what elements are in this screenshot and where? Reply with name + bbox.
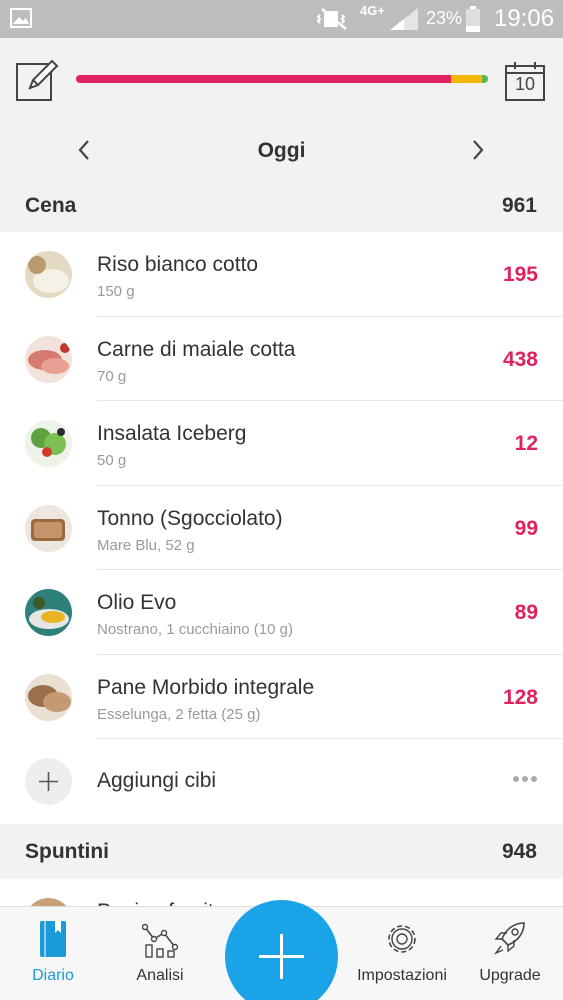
meal-total-kcal: 948 [501, 840, 537, 863]
food-title: Tonno (Sgocciolato) [97, 506, 283, 530]
food-title: Pane Morbido integrale [97, 675, 315, 699]
battery-icon [466, 6, 480, 32]
tab-label: Upgrade [479, 967, 541, 984]
signal-icon [390, 8, 418, 30]
add-food-icon[interactable] [25, 758, 72, 805]
food-portion: Mare Blu, 52 g [97, 536, 195, 554]
plus-icon [259, 934, 304, 979]
food-portion: 150 g [97, 283, 135, 300]
rocket-icon [493, 922, 525, 955]
tab-impostazioni[interactable]: Impostazioni [357, 907, 447, 1000]
food-item[interactable]: Insalata Iceberg 50 g 12 [0, 401, 563, 486]
food-item[interactable]: Tonno (Sgocciolato) Mare Blu, 52 g 99 [0, 486, 563, 570]
tab-label: Analisi [136, 967, 184, 984]
add-food-label[interactable]: Aggiungi cibi [97, 769, 216, 793]
progress-warning [450, 75, 482, 83]
food-kcal: 99 [514, 516, 538, 540]
food-item[interactable]: Carne di maiale cotta 70 g 438 [0, 317, 563, 401]
food-item[interactable]: Riso bianco cotto 150 g 195 [0, 232, 563, 317]
meal-section-header-spuntini: Spuntini 948 [0, 826, 563, 878]
food-item[interactable]: Olio Evo Nostrano, 1 cucchiaino (10 g) 8… [0, 570, 563, 655]
food-thumbnail [25, 335, 72, 383]
add-entry-fab[interactable] [225, 900, 338, 1000]
diary-header: 10 Oggi [0, 38, 563, 180]
food-title: Riso bianco cotto [97, 253, 259, 276]
calendar-day: 10 [514, 74, 536, 94]
progress-consumed [76, 75, 451, 83]
food-title: Insalata Iceberg [97, 422, 247, 445]
battery-percentage: 23% [426, 8, 463, 28]
food-item[interactable]: Pane Morbido integrale Esselunga, 2 fett… [0, 655, 563, 739]
progress-extra [481, 75, 488, 83]
gallery-notification-icon [10, 8, 32, 28]
food-title: Olio Evo [97, 591, 177, 614]
food-portion: Esselunga, 2 fetta (25 g) [97, 705, 261, 723]
food-kcal: 128 [502, 685, 538, 709]
diary-icon [40, 921, 66, 957]
food-portion: 70 g [97, 367, 127, 385]
add-food-row[interactable]: Aggiungi cibi [0, 739, 563, 824]
meal-name: Cena [25, 194, 77, 217]
food-thumbnail [25, 504, 72, 552]
tab-analisi[interactable]: Analisi [115, 907, 205, 1000]
calendar-button[interactable]: 10 [504, 60, 546, 102]
meal-section-header-cena: Cena 961 [0, 180, 563, 232]
more-options-icon[interactable] [512, 775, 538, 783]
edit-goal-icon[interactable] [14, 58, 60, 104]
food-portion: Nostrano, 1 cucchiaino (10 g) [97, 621, 293, 638]
food-portion: 50 g [97, 452, 127, 469]
food-thumbnail [25, 673, 72, 721]
previous-day-chevron-icon[interactable] [72, 136, 96, 164]
next-day-chevron-icon[interactable] [466, 136, 490, 164]
food-thumbnail [25, 589, 72, 636]
food-kcal: 438 [502, 347, 538, 371]
food-thumbnail [25, 251, 72, 298]
settings-gear-icon [388, 925, 416, 953]
meal-name: Spuntini [25, 840, 109, 863]
calorie-progress-bar [76, 75, 488, 83]
food-title: Carne di maiale cotta [97, 337, 296, 361]
food-kcal: 89 [514, 601, 538, 624]
food-kcal: 195 [502, 263, 538, 286]
current-date-label: Oggi [257, 139, 306, 162]
food-kcal: 12 [514, 432, 538, 455]
food-thumbnail [25, 420, 72, 467]
mute-vibrate-icon [316, 8, 347, 30]
status-bar: 4G+ 23% 19:06 [0, 0, 563, 38]
food-list: Riso bianco cotto 150 g 195 Carne di mai… [0, 232, 563, 824]
analytics-icon [142, 923, 178, 958]
tab-diario[interactable]: Diario [8, 907, 98, 1000]
clock: 19:06 [494, 5, 555, 32]
meal-total-kcal: 961 [501, 194, 537, 217]
network-type: 4G+ [360, 3, 385, 18]
tab-upgrade[interactable]: Upgrade [465, 907, 555, 1000]
